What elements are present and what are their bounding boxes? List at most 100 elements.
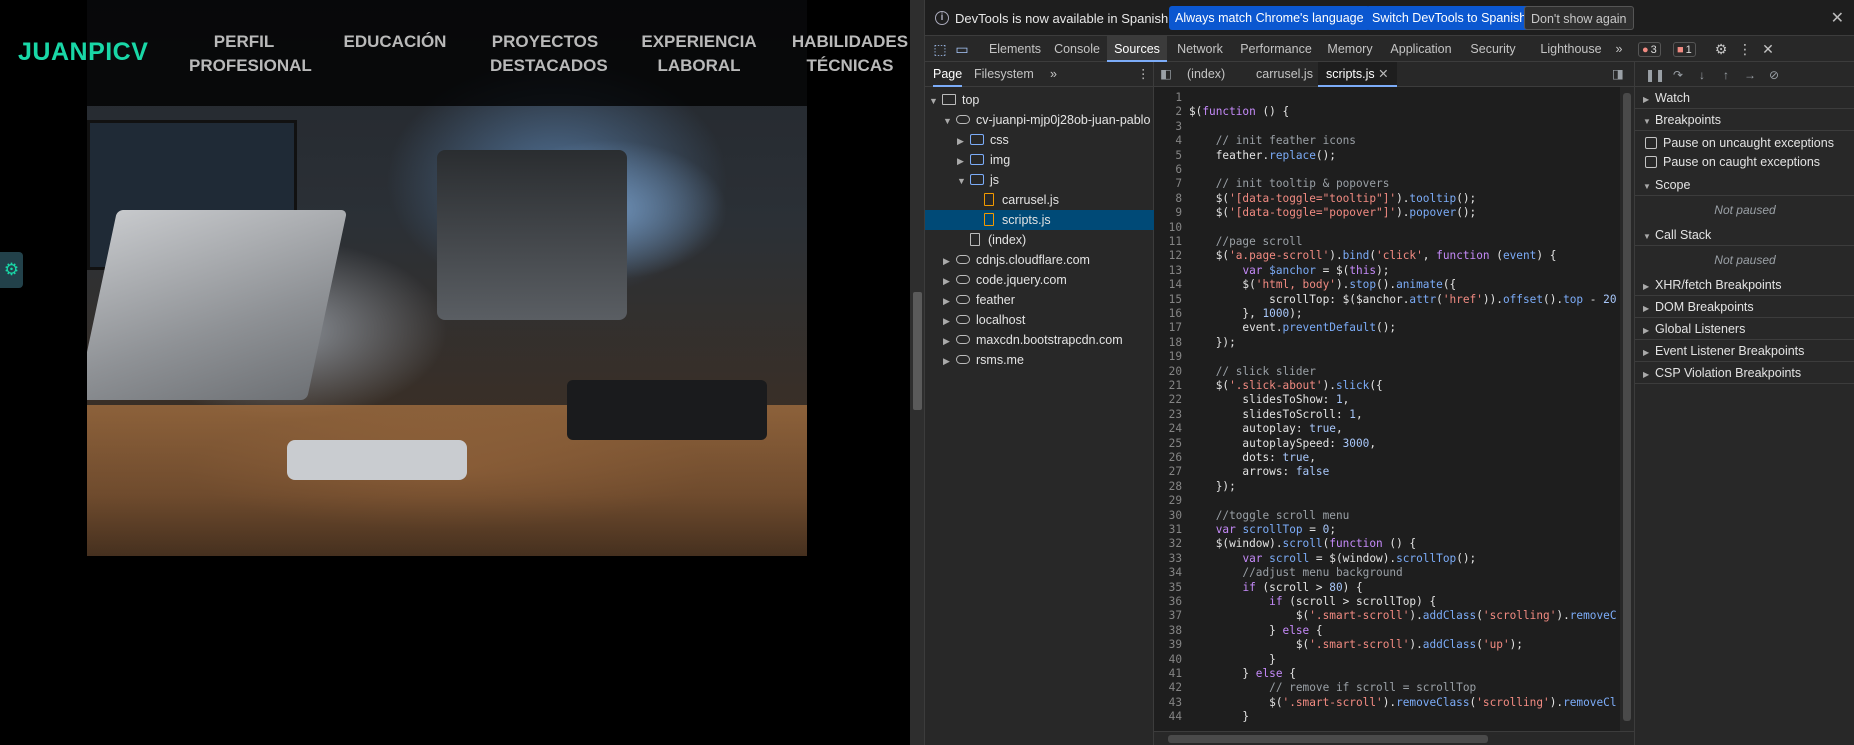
site-logo[interactable]: JUANPICV (18, 38, 148, 67)
code-line[interactable]: 26 dots: true, (1154, 451, 1620, 465)
code-line[interactable]: 35 if (scroll > 80) { (1154, 581, 1620, 595)
line-number[interactable]: 1 (1154, 91, 1189, 105)
match-language-button[interactable]: Always match Chrome's language (1169, 6, 1370, 30)
tree-item-img[interactable]: ▶ img (957, 150, 1010, 170)
line-number[interactable]: 39 (1154, 638, 1189, 652)
line-number[interactable]: 30 (1154, 509, 1189, 523)
code-line[interactable]: 4 // init feather icons (1154, 134, 1620, 148)
code-line[interactable]: 8 $('[data-toggle="tooltip"]').tooltip()… (1154, 192, 1620, 206)
code-line[interactable]: 16 }, 1000); (1154, 307, 1620, 321)
line-number[interactable]: 11 (1154, 235, 1189, 249)
line-number[interactable]: 12 (1154, 249, 1189, 263)
line-number[interactable]: 16 (1154, 307, 1189, 321)
line-number[interactable]: 10 (1154, 221, 1189, 235)
tree-item-feather[interactable]: ▶ feather (943, 290, 1015, 310)
switch-spanish-button[interactable]: Switch DevTools to Spanish (1366, 6, 1533, 30)
code-line[interactable]: 37 $('.smart-scroll').addClass('scrollin… (1154, 609, 1620, 623)
section-callstack[interactable]: ▼ Call Stack (1635, 224, 1854, 246)
code-line[interactable]: 12 $('a.page-scroll').bind ('click', func… (1154, 249, 1620, 263)
code-line[interactable]: 28 }); (1154, 480, 1620, 494)
line-number[interactable]: 18 (1154, 336, 1189, 350)
tree-item-localhost[interactable]: ▶ localhost (943, 310, 1025, 330)
file-tab-scripts[interactable]: scripts.js ✕ (1318, 62, 1397, 87)
section-scope[interactable]: ▼ Scope (1635, 174, 1854, 196)
tree-item-css[interactable]: ▶ css (957, 130, 1009, 150)
line-number[interactable]: 2 (1154, 105, 1189, 119)
line-number[interactable]: 31 (1154, 523, 1189, 537)
tree-item-cdnjs[interactable]: ▶ cdnjs.cloudflare.com (943, 250, 1090, 270)
line-number[interactable]: 9 (1154, 206, 1189, 220)
code-line[interactable]: 39 $('.smart-scroll').addClass('up'); (1154, 638, 1620, 652)
line-number[interactable]: 19 (1154, 350, 1189, 364)
line-number[interactable]: 7 (1154, 177, 1189, 191)
code-line[interactable]: 18 }); (1154, 336, 1620, 350)
tab-lighthouse[interactable]: Lighthouse (1533, 36, 1609, 62)
code-line[interactable]: 22 slidesToShow: 1, (1154, 393, 1620, 407)
line-number[interactable]: 41 (1154, 667, 1189, 681)
code-line[interactable]: 40 } (1154, 653, 1620, 667)
line-number[interactable]: 6 (1154, 163, 1189, 177)
line-number[interactable]: 17 (1154, 321, 1189, 335)
close-tab-icon[interactable]: ✕ (1378, 67, 1388, 81)
tab-memory[interactable]: Memory (1319, 36, 1381, 62)
close-devtools-icon[interactable]: ✕ (1759, 40, 1777, 58)
page-scrollbar[interactable] (910, 0, 925, 745)
code-line[interactable]: 42 // remove if scroll = scrollTop (1154, 681, 1620, 695)
line-number[interactable]: 43 (1154, 696, 1189, 710)
code-line[interactable]: 38 } else { (1154, 624, 1620, 638)
section-csp-breakpoints[interactable]: ▶ CSP Violation Breakpoints (1635, 362, 1854, 384)
code-line[interactable]: 44 } (1154, 710, 1620, 724)
section-xhr-breakpoints[interactable]: ▶ XHR/fetch Breakpoints (1635, 274, 1854, 296)
line-number[interactable]: 14 (1154, 278, 1189, 292)
line-number[interactable]: 28 (1154, 480, 1189, 494)
code-line[interactable]: 30 //toggle scroll menu (1154, 509, 1620, 523)
code-line[interactable]: 27 arrows: false (1154, 465, 1620, 479)
inspect-element-icon[interactable]: ⬚ (931, 40, 949, 58)
section-dom-breakpoints[interactable]: ▶ DOM Breakpoints (1635, 296, 1854, 318)
toggle-navigator-icon[interactable]: ◧ (1160, 62, 1172, 87)
line-number[interactable]: 25 (1154, 437, 1189, 451)
scrollbar-thumb[interactable] (1623, 93, 1631, 721)
code-line[interactable]: 11 //page scroll (1154, 235, 1620, 249)
nav-experiencia-laboral[interactable]: EXPERIENCIA LABORAL (640, 30, 758, 78)
step-over-icon[interactable]: ↷ (1669, 66, 1687, 84)
line-number[interactable]: 23 (1154, 408, 1189, 422)
line-number[interactable]: 33 (1154, 552, 1189, 566)
code-line[interactable]: 34 //adjust menu background (1154, 566, 1620, 580)
code-line[interactable]: 43 $('.smart-scroll').removeClass('scrol… (1154, 696, 1620, 710)
code-line[interactable]: 7 // init tooltip & popovers (1154, 177, 1620, 191)
line-number[interactable]: 27 (1154, 465, 1189, 479)
tree-item-scripts-js[interactable]: scripts.js (981, 210, 1051, 230)
nav-proyectos-destacados[interactable]: PROYECTOS DESTACADOS (490, 30, 608, 78)
errors-badge[interactable]: ● 3 (1638, 42, 1661, 57)
section-global-listeners[interactable]: ▶ Global Listeners (1635, 318, 1854, 340)
code-line[interactable]: 15 scrollTop: $($anchor.attr('href')).of… (1154, 293, 1620, 307)
line-number[interactable]: 34 (1154, 566, 1189, 580)
line-number[interactable]: 44 (1154, 710, 1189, 724)
line-number[interactable]: 24 (1154, 422, 1189, 436)
code-line[interactable]: 33 var scroll = $(window).scrollTop(); (1154, 552, 1620, 566)
code-line[interactable]: 14 $('html, body').stop().animate({ (1154, 278, 1620, 292)
tab-elements[interactable]: Elements (983, 36, 1047, 62)
code-line[interactable]: 9 $('[data-toggle="popover"]').popover()… (1154, 206, 1620, 220)
section-event-listener-breakpoints[interactable]: ▶ Event Listener Breakpoints (1635, 340, 1854, 362)
file-tab-index[interactable]: (index) (1187, 62, 1225, 87)
code-line[interactable]: 20 // slick slider (1154, 365, 1620, 379)
subtab-filesystem[interactable]: Filesystem (974, 62, 1034, 87)
line-number[interactable]: 15 (1154, 293, 1189, 307)
line-number[interactable]: 13 (1154, 264, 1189, 278)
editor-vertical-scrollbar[interactable] (1620, 87, 1634, 731)
code-line[interactable]: 23 slidesToScroll: 1, (1154, 408, 1620, 422)
step-icon[interactable]: → (1741, 66, 1759, 84)
code-line[interactable]: 36 if (scroll > scrollTop) { (1154, 595, 1620, 609)
nav-educacion[interactable]: EDUCACIÓN (340, 30, 450, 54)
code-line[interactable]: 25 autoplaySpeed: 3000, (1154, 437, 1620, 451)
step-into-icon[interactable]: ↓ (1693, 66, 1711, 84)
tree-item-jquery[interactable]: ▶ code.jquery.com (943, 270, 1067, 290)
line-number[interactable]: 22 (1154, 393, 1189, 407)
warnings-badge[interactable]: ■ 1 (1673, 42, 1696, 57)
code-line[interactable]: 19 (1154, 350, 1620, 364)
code-line[interactable]: 13 var $anchor = $(this); (1154, 264, 1620, 278)
line-number[interactable]: 37 (1154, 609, 1189, 623)
code-line[interactable]: 32 $(window).scroll(function () { (1154, 537, 1620, 551)
